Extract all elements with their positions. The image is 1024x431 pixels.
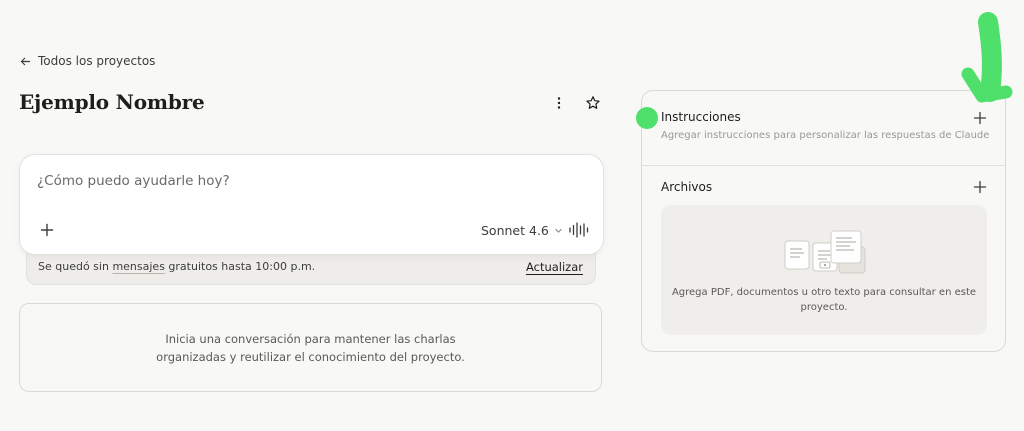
documents-icon [784,230,866,274]
project-side-panel: Instrucciones Agregar instrucciones para… [641,90,1006,352]
limit-notice-text: Se quedó sin mensajes gratuitos hasta 10… [38,260,316,273]
add-attachment-button[interactable] [38,221,56,239]
instructions-description: Agregar instrucciones para personalizar … [661,130,990,141]
model-selector[interactable]: Sonnet 4.6 [481,223,563,238]
arrow-left-icon [20,57,31,65]
chat-input[interactable]: ¿Cómo puedo ayudarle hoy? [37,173,230,189]
messages-link[interactable]: mensajes [112,260,164,273]
upgrade-link[interactable]: Actualizar [526,260,583,284]
annotation-dot [636,107,658,129]
instructions-title: Instrucciones [661,110,741,124]
back-to-projects-link[interactable]: Todos los proyectos [19,54,155,68]
star-icon [586,96,600,109]
chevron-down-icon [555,228,562,233]
dropzone-text: Agrega PDF, documentos u otro texto para… [671,287,977,313]
back-link-label: Todos los proyectos [38,54,156,68]
title-actions [549,93,603,113]
files-dropzone[interactable]: Agrega PDF, documentos u otro texto para… [661,205,987,335]
add-instructions-button[interactable] [973,111,987,125]
section-divider [642,165,1005,166]
voice-waveform-icon[interactable] [568,221,590,239]
more-vertical-icon [557,97,561,109]
empty-state-message: Inicia una conversación para mantener la… [156,331,465,364]
annotation-arrow-icon [961,12,1013,103]
more-options-button[interactable] [549,93,569,113]
star-button[interactable] [583,93,603,113]
model-name: Sonnet 4.6 [481,223,549,238]
empty-conversations-card: Inicia una conversación para mantener la… [19,303,602,392]
add-files-button[interactable] [973,180,987,194]
files-title: Archivos [661,180,713,194]
chat-composer[interactable]: ¿Cómo puedo ayudarle hoy? Sonnet 4.6 [19,154,604,255]
project-title: Ejemplo Nombre [19,90,205,114]
